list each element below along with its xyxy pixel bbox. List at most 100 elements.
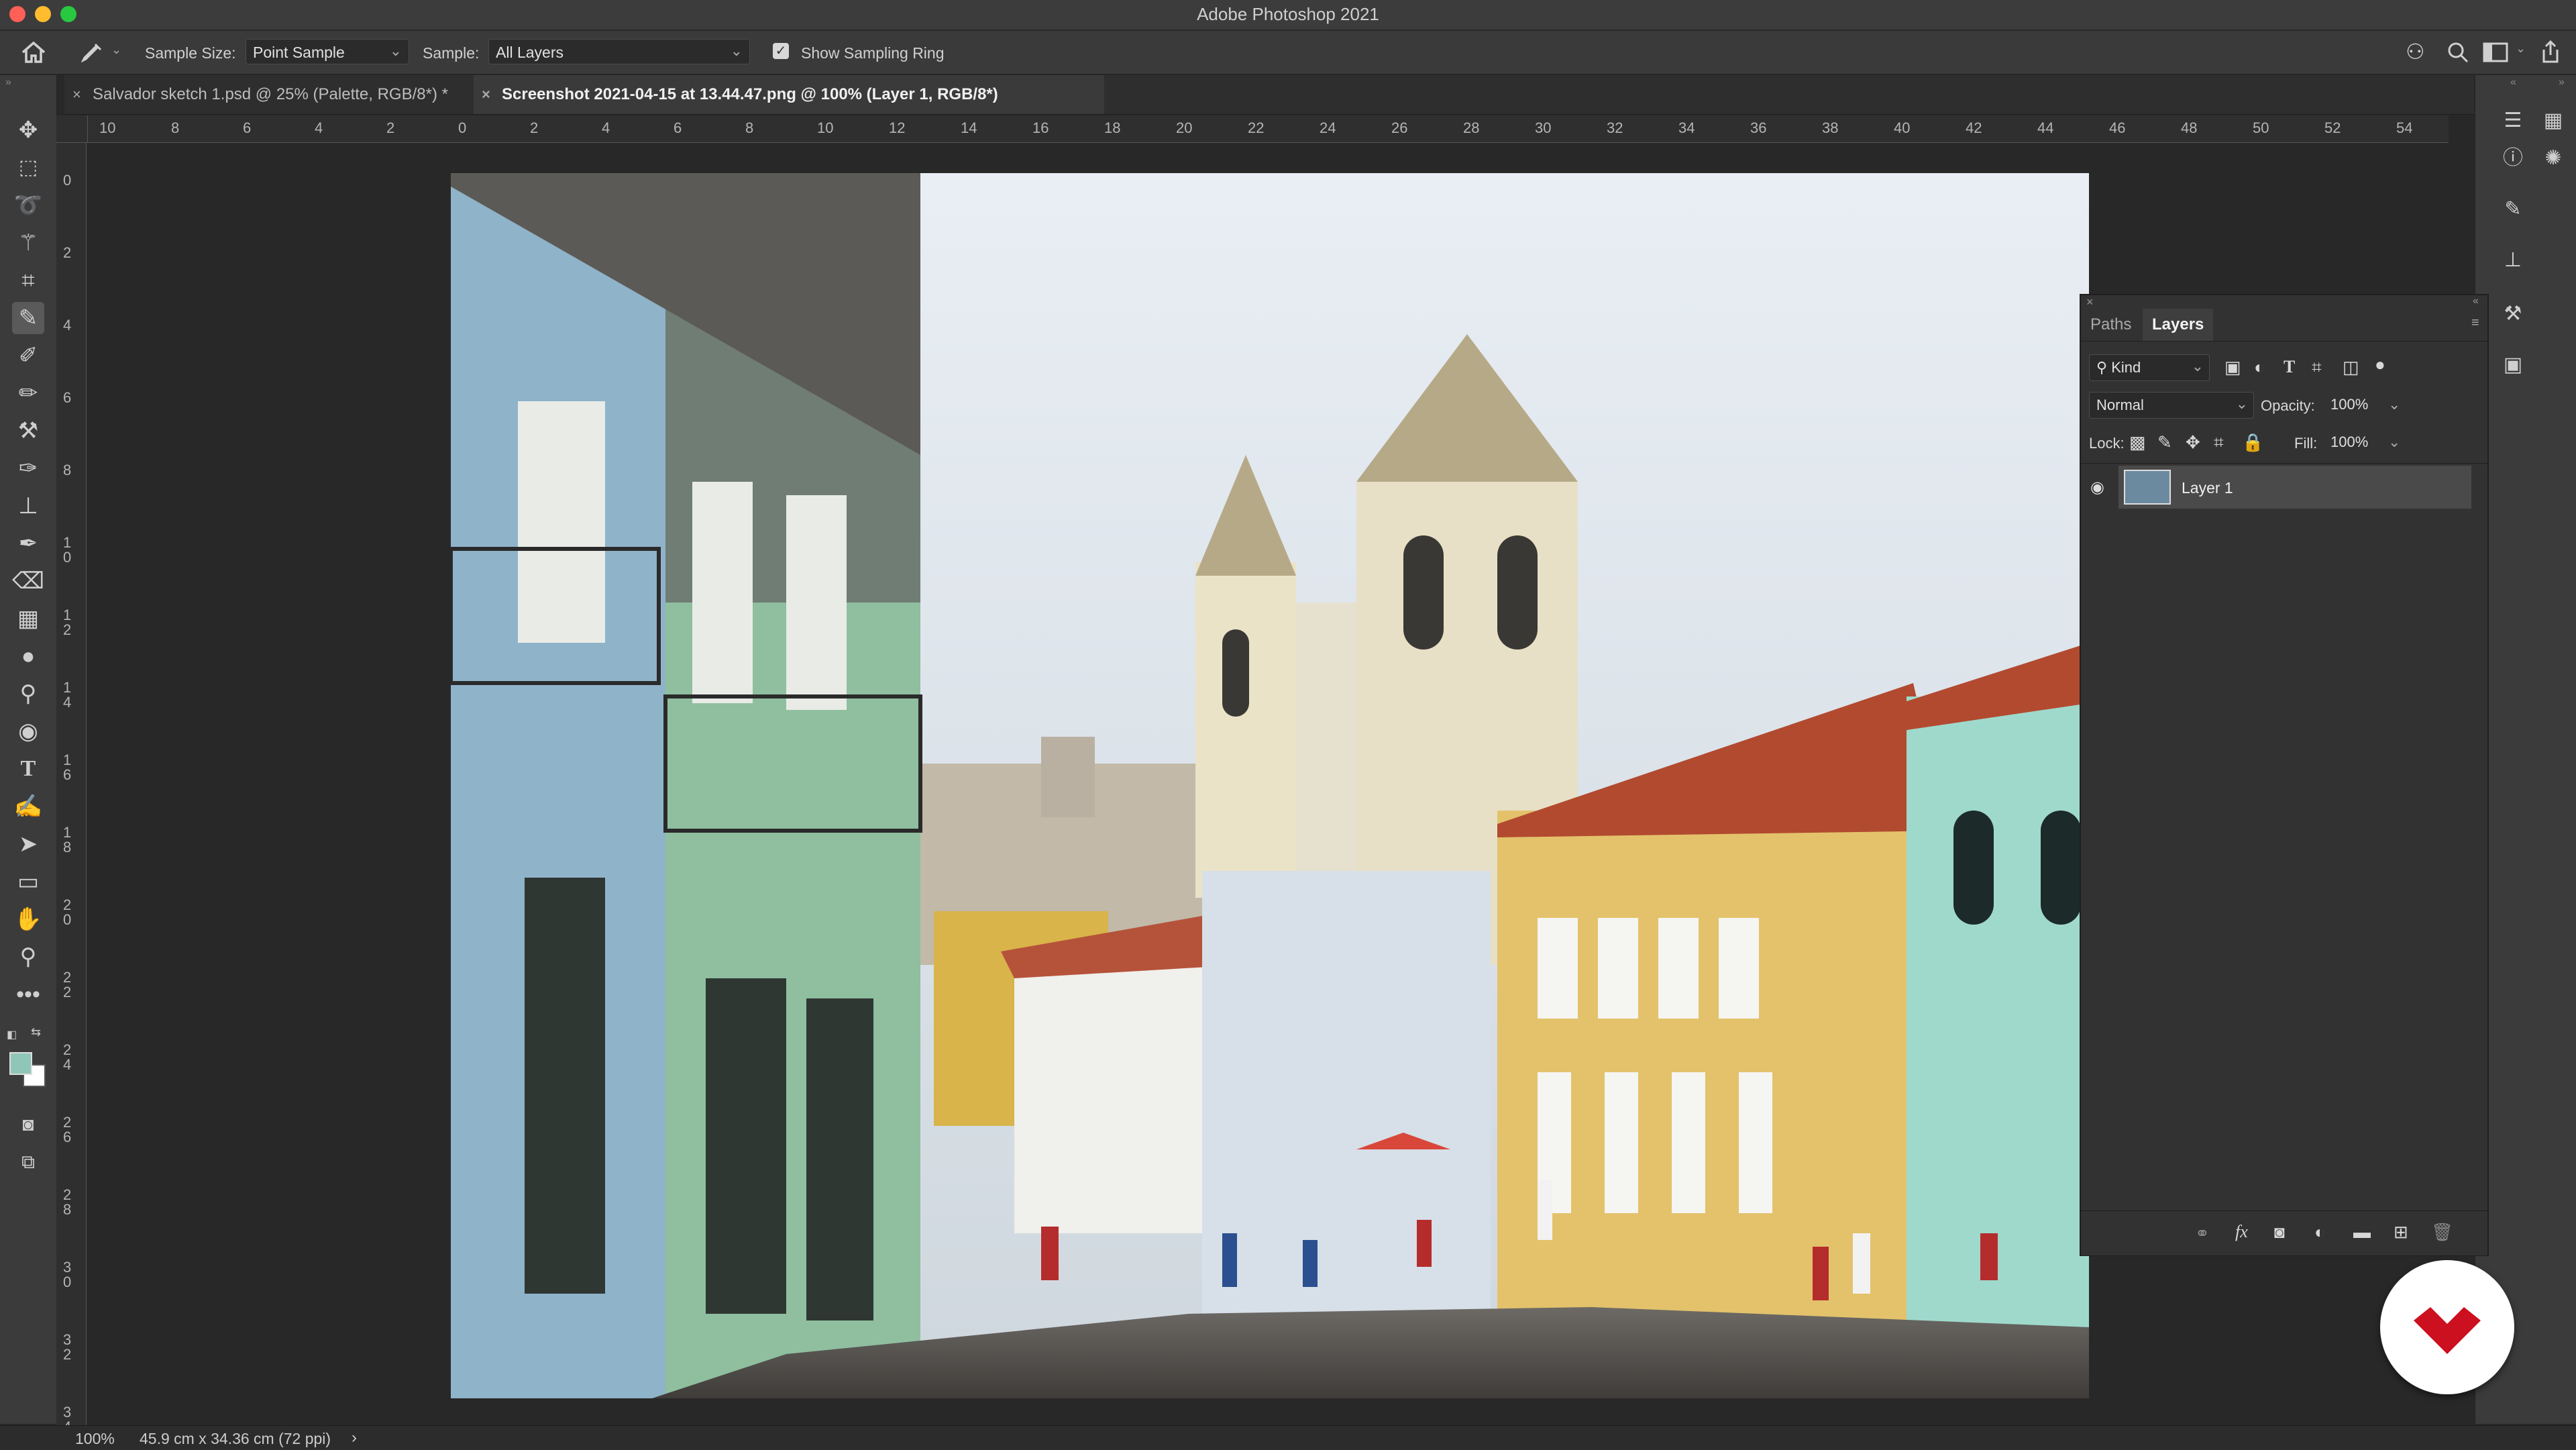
expand-arrows-icon[interactable]: » (2559, 76, 2565, 89)
ruler-origin[interactable] (56, 115, 88, 143)
lasso-tool-icon[interactable]: ➰ (12, 189, 44, 221)
opacity-chevron-icon[interactable]: ⌄ (2388, 396, 2400, 413)
divider (2081, 341, 2487, 342)
fill-input[interactable]: 100% (2324, 429, 2388, 456)
document-tab[interactable]: × Salvador sketch 1.psd @ 25% (Palette, … (64, 75, 474, 114)
eyedropper-tool-icon[interactable]: ✎ (12, 302, 44, 334)
collapse-arrows-icon[interactable]: « (2510, 76, 2516, 89)
magic-wand-tool-icon[interactable]: ⚚ (12, 227, 44, 259)
filter-toggle-icon[interactable]: ● (2375, 354, 2385, 375)
blend-mode-value: Normal (2096, 397, 2144, 413)
ruler-tick-label: 46 (2109, 119, 2126, 136)
clone-source-icon[interactable]: ⊥ (2497, 244, 2529, 276)
close-panel-icon[interactable]: × (2086, 295, 2094, 309)
close-tab-icon[interactable]: × (482, 75, 490, 114)
clone-stamp-tool-icon[interactable]: ⚒ (12, 415, 44, 447)
filter-pixel-icon[interactable]: ▣ (2224, 357, 2241, 378)
adjustments-icon[interactable]: ☰ (2497, 105, 2529, 137)
crop-tool-icon[interactable]: ⌗ (12, 264, 44, 297)
new-layer-icon[interactable]: ⊞ (2394, 1222, 2408, 1243)
rectangle-tool-icon[interactable]: ▭ (12, 866, 44, 898)
ruler-tick-label: 1 2 (63, 607, 72, 638)
blend-mode-select[interactable]: Normal ⌄ (2089, 392, 2254, 419)
vertical-ruler: 0 2 4 6 8 1 0 1 2 1 4 1 6 1 8 2 0 2 2 2 4 2 6 2 8 3 0 3 … (56, 142, 87, 1435)
sample-select[interactable]: All Layers ⌄ (488, 39, 750, 64)
tool-preset-chevron-icon[interactable]: ⌄ (111, 43, 121, 57)
filter-adjustment-icon[interactable]: ◐ (2254, 357, 2265, 378)
status-menu-arrow-icon[interactable]: › (352, 1429, 357, 1447)
stamp-tool-icon[interactable]: ⊥ (12, 490, 44, 522)
brush-tool-icon[interactable]: ✏ (12, 377, 44, 409)
link-layers-icon[interactable]: ⚭ (2195, 1223, 2210, 1244)
workspace-chevron-icon[interactable]: ⌄ (2516, 42, 2526, 56)
layers-panel-footer: ⚭ fx ◙ ◐ ▬ ⊞ 🗑 (2081, 1210, 2487, 1255)
opacity-input[interactable]: 100% (2324, 392, 2388, 419)
art-history-brush-icon[interactable]: ✒ (12, 527, 44, 560)
filter-kind-select[interactable]: ⚲ Kind ⌄ (2089, 354, 2210, 381)
trash-icon[interactable]: 🗑 (2431, 1222, 2453, 1243)
eraser-tool-icon[interactable]: ⌫ (12, 565, 44, 597)
sample-label: Sample: (423, 44, 480, 62)
type-tool-icon[interactable]: T (12, 753, 44, 785)
filter-smart-object-icon[interactable]: ◫ (2343, 357, 2359, 378)
show-sampling-ring-checkbox[interactable]: ✓ (773, 43, 789, 59)
eyedropper-tool-preset-icon[interactable] (79, 40, 105, 64)
home-icon[interactable] (19, 39, 48, 66)
workspace-icon[interactable] (2482, 42, 2509, 63)
zoom-tool-icon[interactable]: ⚲ (12, 941, 44, 973)
lock-image-pixels-icon[interactable]: ✎ (2157, 432, 2172, 453)
tool-presets-icon[interactable]: ⚒ (2497, 298, 2529, 330)
share-export-icon[interactable] (2538, 39, 2563, 64)
healing-brush-tool-icon[interactable]: ✐ (12, 340, 44, 372)
more-tools-icon[interactable]: ••• (12, 978, 44, 1011)
add-mask-icon[interactable]: ◙ (2274, 1222, 2285, 1243)
adjustment-layer-icon[interactable]: ◐ (2314, 1222, 2325, 1243)
fill-chevron-icon[interactable]: ⌄ (2388, 433, 2400, 451)
document-tab-active[interactable]: × Screenshot 2021-04-15 at 13.44.47.png … (474, 75, 1104, 114)
new-group-icon[interactable]: ▬ (2353, 1222, 2371, 1243)
brush-settings-icon[interactable]: ✎ (2497, 193, 2529, 225)
filter-kind-value: Kind (2111, 359, 2141, 376)
document-canvas[interactable] (451, 173, 2089, 1398)
hand-tool-icon[interactable]: ✋ (12, 903, 44, 935)
sample-size-select[interactable]: Point Sample ⌄ (246, 39, 409, 64)
rectangular-marquee-tool-icon[interactable]: ⬚ (12, 152, 44, 184)
collapse-panel-icon[interactable]: « (2473, 295, 2479, 307)
zoom-level[interactable]: 100% (75, 1430, 115, 1448)
path-selection-tool-icon[interactable]: ➤ (12, 828, 44, 860)
tab-label: Salvador sketch 1.psd @ 25% (Palette, RG… (93, 85, 448, 103)
tab-layers[interactable]: Layers (2143, 309, 2214, 341)
grid-icon[interactable]: ▦ (2537, 105, 2569, 137)
lock-all-icon[interactable]: 🔒 (2242, 432, 2263, 453)
gradient-tool-icon[interactable]: ▦ (12, 603, 44, 635)
panel-menu-icon[interactable]: ≡ (2471, 315, 2479, 331)
filter-type-icon[interactable]: T (2284, 357, 2295, 377)
collapse-arrows-icon[interactable]: » (5, 76, 11, 89)
layer-style-fx-icon[interactable]: fx (2235, 1222, 2248, 1242)
light-icon[interactable]: ✺ (2537, 142, 2569, 174)
tab-paths[interactable]: Paths (2081, 309, 2141, 341)
move-tool-icon[interactable]: ✥ (12, 114, 44, 146)
dodge-tool-icon[interactable]: ⚲ (12, 678, 44, 710)
layer-row[interactable]: Layer 1 (2118, 466, 2471, 509)
blur-tool-icon[interactable]: ● (12, 640, 44, 672)
layer-visibility-eye-icon[interactable]: ◉ (2090, 478, 2104, 497)
filter-shape-icon[interactable]: ⌗ (2312, 357, 2322, 378)
foreground-color-swatch[interactable] (9, 1052, 32, 1075)
lock-transparent-pixels-icon[interactable]: ▩ (2129, 432, 2146, 453)
quick-mask-icon[interactable]: ◙ (12, 1108, 44, 1141)
info-icon[interactable]: ⓘ (2497, 142, 2529, 174)
default-colors-icon[interactable]: ◧ (7, 1028, 17, 1041)
pen-tool-icon[interactable]: ✍ (12, 790, 44, 823)
properties-icon[interactable]: ▣ (2497, 349, 2529, 381)
share-user-icon[interactable]: ⚇ (2406, 39, 2425, 64)
close-tab-icon[interactable]: × (72, 75, 81, 114)
ruler-tick-label: 40 (1894, 119, 1911, 136)
lock-artboard-icon[interactable]: ⌗ (2214, 432, 2224, 454)
swap-colors-icon[interactable]: ⇆ (31, 1025, 41, 1039)
history-brush-tool-icon[interactable]: ✑ (12, 452, 44, 484)
lock-position-icon[interactable]: ✥ (2186, 432, 2200, 453)
sponge-tool-icon[interactable]: ◉ (12, 715, 44, 747)
screen-mode-icon[interactable]: ⧉ (12, 1146, 44, 1178)
search-icon[interactable] (2446, 40, 2470, 64)
